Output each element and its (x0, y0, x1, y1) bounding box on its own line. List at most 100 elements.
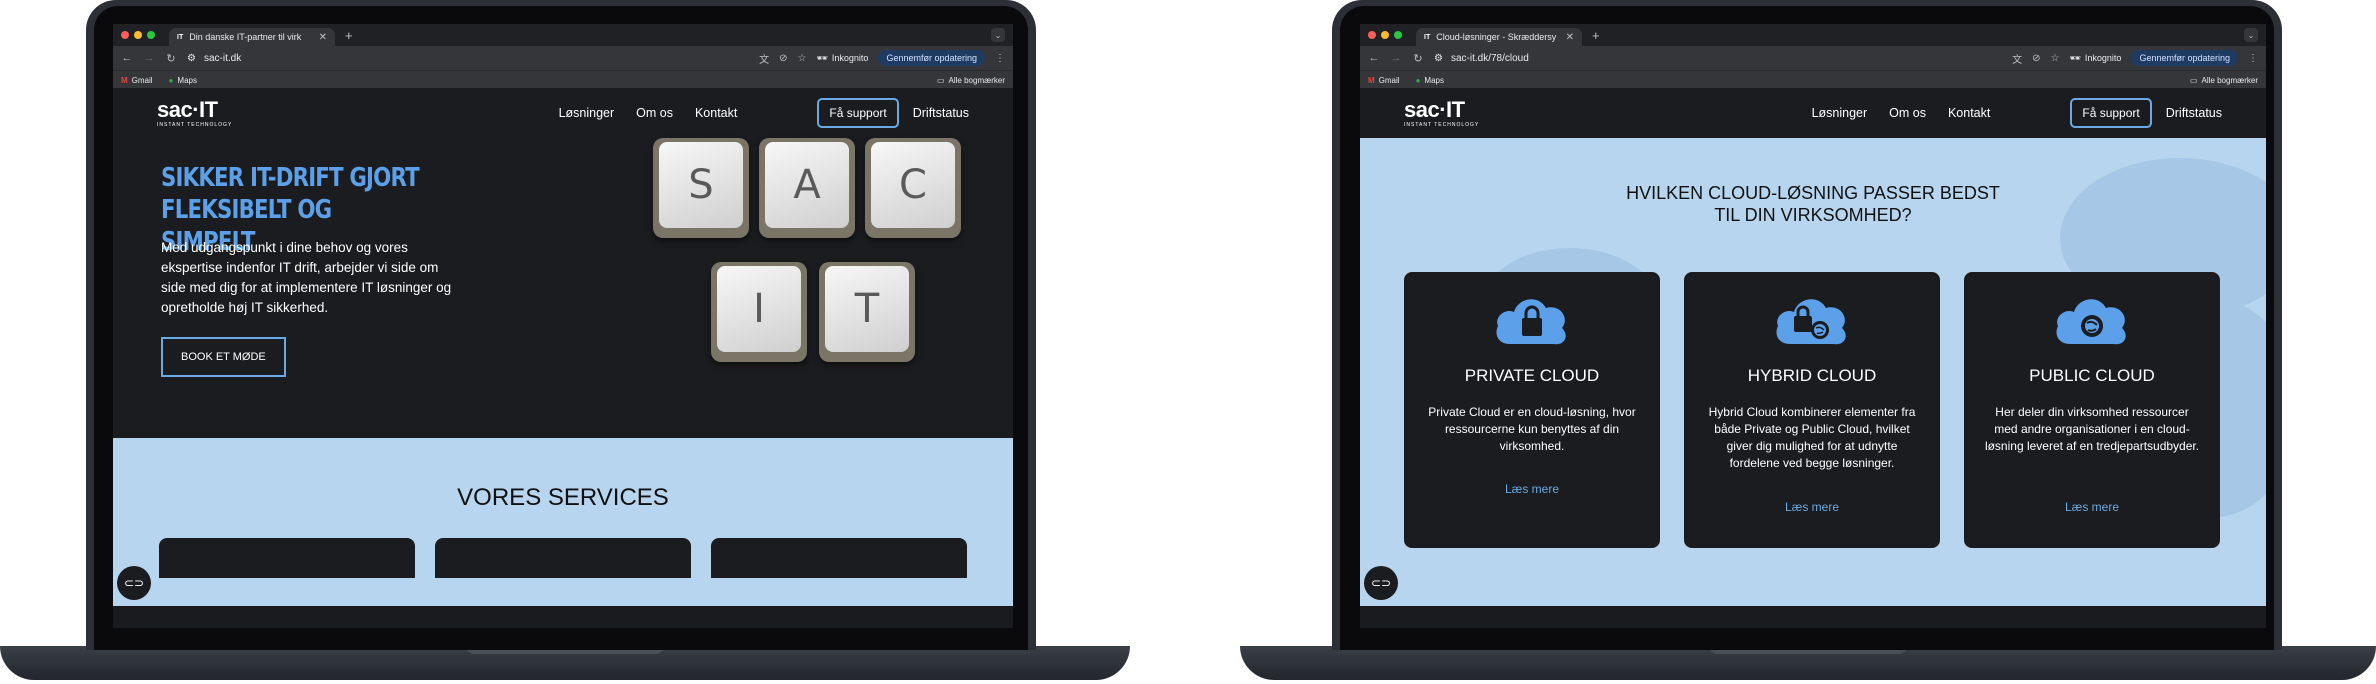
site-info-icon[interactable]: ⚙ (1434, 53, 1443, 64)
bookmark-gmail[interactable]: M Gmail (121, 76, 153, 85)
favicon-icon: IT (1424, 33, 1431, 41)
back-icon[interactable]: ← (121, 52, 133, 64)
incognito-label: Inkognito (2084, 53, 2122, 63)
bookmark-gmail[interactable]: M Gmail (1368, 76, 1400, 85)
key-s: S (653, 138, 749, 238)
nav-kontakt[interactable]: Kontakt (1948, 106, 1990, 120)
service-card[interactable] (435, 538, 691, 578)
site-logo[interactable]: sac·IT INSTANT TECHNOLOGY (1404, 98, 1479, 128)
key-letter: C (871, 142, 955, 228)
kebab-menu-icon[interactable]: ⋮ (995, 53, 1005, 64)
browser-tab[interactable]: IT Din danske IT-partner til virk ✕ (169, 28, 335, 46)
nav-losninger[interactable]: Løsninger (559, 106, 615, 120)
card-text: Private Cloud er en cloud-løsning, hvor … (1428, 405, 1636, 453)
main-nav: Løsninger Om os Kontakt (1812, 106, 1991, 120)
tab-title: Din danske IT-partner til virk (189, 32, 302, 42)
get-support-button[interactable]: Få support (817, 98, 899, 128)
site-logo[interactable]: sac·IT INSTANT TECHNOLOGY (157, 98, 233, 128)
logo-tagline: INSTANT TECHNOLOGY (157, 121, 233, 128)
close-tab-icon[interactable]: ✕ (319, 32, 327, 43)
laptop-right: IT Cloud-løsninger - Skræddersy ✕ + ⌄ ← … (1240, 0, 2376, 684)
section-title: HVILKEN CLOUD-LØSNING PASSER BEDST TIL DI… (1360, 182, 2266, 226)
status-link[interactable]: Driftstatus (2166, 106, 2222, 120)
minimize-window-button[interactable] (1381, 31, 1389, 39)
book-meeting-button[interactable]: BOOK ET MØDE (161, 337, 286, 377)
section-title-line: HVILKEN CLOUD-LØSNING PASSER BEDST (1626, 183, 2000, 203)
nav-losninger[interactable]: Løsninger (1812, 106, 1868, 120)
tab-bar: IT Cloud-løsninger - Skræddersy ✕ + ⌄ (1360, 24, 2266, 46)
website: sac·IT INSTANT TECHNOLOGY Løsninger Om os… (1360, 88, 2266, 606)
forward-icon[interactable]: → (1390, 52, 1402, 64)
key-t: T (819, 262, 915, 362)
maps-pin-icon: ● (1415, 75, 1421, 85)
folder-icon: ▭ (936, 75, 945, 85)
new-tab-icon[interactable]: + (1592, 28, 1600, 43)
back-icon[interactable]: ← (1368, 52, 1380, 64)
window-controls (121, 31, 155, 39)
close-tab-icon[interactable]: ✕ (1566, 32, 1574, 43)
close-window-button[interactable] (121, 31, 129, 39)
bookmark-star-icon[interactable]: ☆ (2051, 53, 2060, 64)
toolbar-actions: 文 ⊘ ☆ 🕶 Inkognito Gennemfør opdatering ⋮ (2012, 50, 2258, 66)
incognito-icon: 🕶 (816, 52, 828, 63)
incognito-indicator[interactable]: 🕶 Inkognito (2069, 53, 2121, 64)
read-more-link[interactable]: Læs mere (1964, 500, 2220, 514)
favicon-icon: IT (177, 33, 184, 41)
kebab-menu-icon[interactable]: ⋮ (2248, 53, 2258, 64)
chat-icon[interactable]: ⊂⊃ (1364, 566, 1398, 600)
status-link[interactable]: Driftstatus (913, 106, 969, 120)
card-title: PRIVATE CLOUD (1464, 366, 1600, 385)
translate-icon[interactable]: 文 (759, 51, 769, 66)
nav-om-os[interactable]: Om os (636, 106, 673, 120)
main-nav: Løsninger Om os Kontakt (559, 106, 738, 120)
service-card[interactable] (159, 538, 415, 578)
browser-toolbar: ← → ↻ ⚙ sac-it.dk/78/cloud 文 ⊘ ☆ 🕶 Inkogn… (1360, 46, 2266, 70)
site-info-icon[interactable]: ⚙ (187, 53, 196, 64)
update-button[interactable]: Gennemfør opdatering (878, 50, 985, 66)
screen-chin (1360, 606, 2266, 628)
eye-off-icon[interactable]: ⊘ (779, 53, 787, 64)
maximize-window-button[interactable] (1394, 31, 1402, 39)
read-more-link[interactable]: Læs mere (1684, 500, 1940, 514)
minimize-window-button[interactable] (134, 31, 142, 39)
address-bar[interactable]: ⚙ sac-it.dk (187, 49, 749, 67)
all-bookmarks[interactable]: ▭ Alle bogmærker (937, 76, 1005, 85)
eye-off-icon[interactable]: ⊘ (2032, 53, 2040, 64)
hero-text: Med udgangspunkt i dine behov og vores e… (161, 240, 452, 315)
all-bookmarks[interactable]: ▭ Alle bogmærker (2190, 76, 2258, 85)
forward-icon[interactable]: → (143, 52, 155, 64)
reload-icon[interactable]: ↻ (165, 52, 177, 65)
tab-search-icon[interactable]: ⌄ (2244, 28, 2258, 42)
cloud-solutions-section: HVILKEN CLOUD-LØSNING PASSER BEDST TIL DI… (1360, 138, 2266, 606)
gmail-icon: M (1368, 75, 1375, 85)
get-support-button[interactable]: Få support (2070, 98, 2152, 128)
hybrid-cloud-card[interactable]: HYBRID CLOUD Hybrid Cloud kombinerer ele… (1684, 272, 1940, 548)
keyboard-keys-image: S A C I T (633, 138, 993, 398)
address-bar[interactable]: ⚙ sac-it.dk/78/cloud (1434, 49, 2002, 67)
section-title-line: TIL DIN VIRKSOMHED? (1714, 205, 1912, 225)
bookmarks-bar: M Gmail ● Maps ▭ Alle bogmærker (113, 70, 1013, 89)
new-tab-icon[interactable]: + (345, 28, 353, 43)
read-more-link[interactable]: Læs mere (1404, 482, 1660, 496)
translate-icon[interactable]: 文 (2012, 51, 2022, 66)
incognito-indicator[interactable]: 🕶 Inkognito (816, 53, 868, 64)
browser-toolbar: ← → ↻ ⚙ sac-it.dk 文 ⊘ ☆ 🕶 Inkognito Genne… (113, 46, 1013, 70)
private-cloud-card[interactable]: PRIVATE CLOUD Private Cloud er en cloud-… (1404, 272, 1660, 548)
tab-search-icon[interactable]: ⌄ (991, 28, 1005, 42)
service-card[interactable] (711, 538, 967, 578)
bookmark-star-icon[interactable]: ☆ (798, 53, 807, 64)
browser-window: IT Din danske IT-partner til virk ✕ + ⌄ … (113, 24, 1013, 606)
bookmark-maps[interactable]: ● Maps (1416, 76, 1444, 85)
nav-om-os[interactable]: Om os (1889, 106, 1926, 120)
nav-kontakt[interactable]: Kontakt (695, 106, 737, 120)
bookmark-label: Gmail (131, 75, 153, 85)
browser-tab[interactable]: IT Cloud-løsninger - Skræddersy ✕ (1416, 28, 1582, 46)
card-text: Her deler din virksomhed ressourcer med … (1984, 405, 2200, 453)
bookmark-maps[interactable]: ● Maps (169, 76, 197, 85)
close-window-button[interactable] (1368, 31, 1376, 39)
public-cloud-card[interactable]: PUBLIC CLOUD Her deler din virksomhed re… (1964, 272, 2220, 548)
chat-icon[interactable]: ⊂⊃ (117, 566, 151, 600)
maximize-window-button[interactable] (147, 31, 155, 39)
reload-icon[interactable]: ↻ (1412, 52, 1424, 65)
update-button[interactable]: Gennemfør opdatering (2131, 50, 2238, 66)
